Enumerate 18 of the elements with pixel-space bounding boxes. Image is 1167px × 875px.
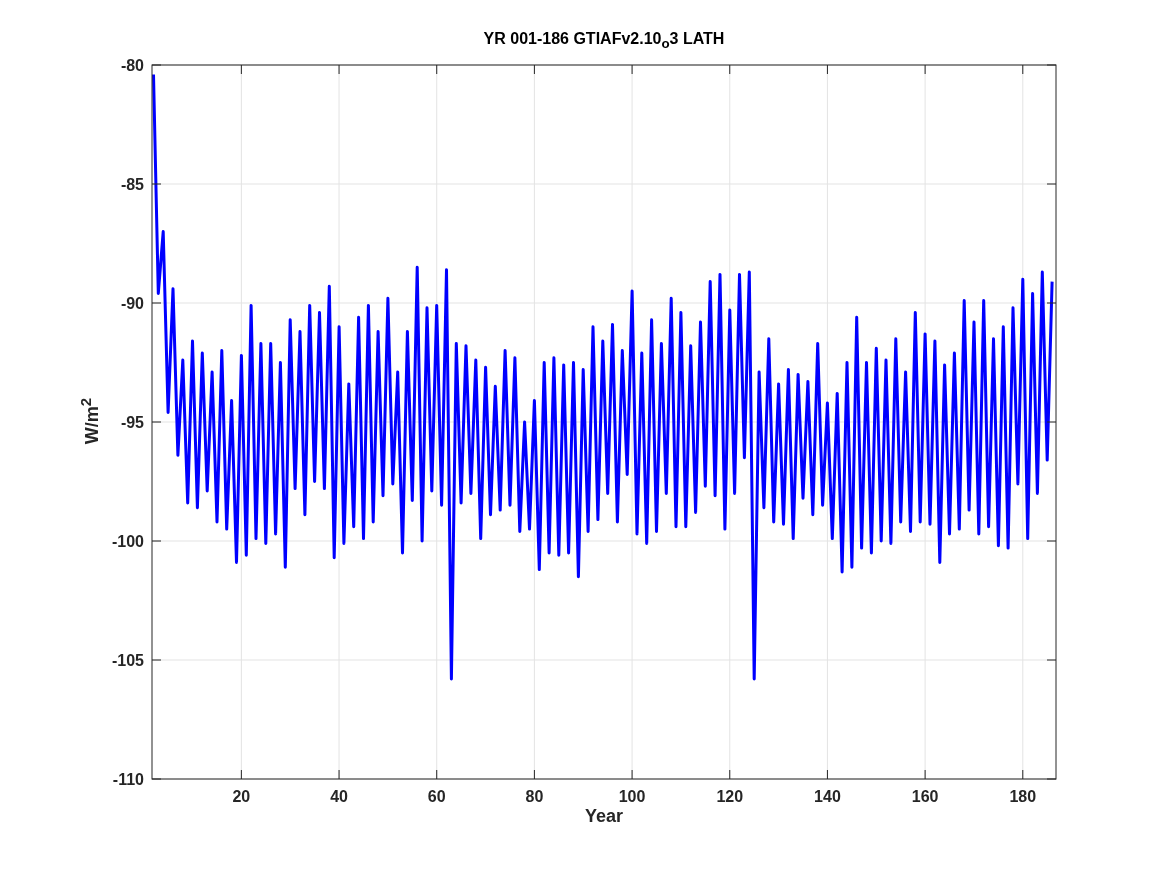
y-tick-label: -95 — [120, 414, 144, 431]
x-tick-label: 60 — [427, 788, 446, 805]
x-tick-label: 180 — [1009, 788, 1037, 805]
x-tick-label: 120 — [716, 788, 744, 805]
x-tick-label: 80 — [525, 788, 544, 805]
chart-title: YR 001-186 GTIAFv2.10$_{o}$3 LATH — [482, 30, 726, 52]
x-tick-label: 40 — [330, 788, 348, 805]
y-tick-label: -100 — [111, 533, 144, 550]
y-tick-label: -110 — [112, 771, 144, 788]
x-tick-label: 20 — [232, 788, 251, 805]
y-tick-label: -90 — [120, 295, 144, 312]
y-tick-label: -80 — [120, 57, 144, 74]
y-tick-label: -85 — [120, 176, 144, 193]
x-tick-label: 100 — [618, 788, 646, 805]
x-tick-label: 140 — [814, 788, 841, 805]
x-tick-label: 160 — [911, 788, 939, 805]
x-axis-label: Year — [585, 806, 623, 826]
y-tick-label: -105 — [111, 652, 144, 669]
